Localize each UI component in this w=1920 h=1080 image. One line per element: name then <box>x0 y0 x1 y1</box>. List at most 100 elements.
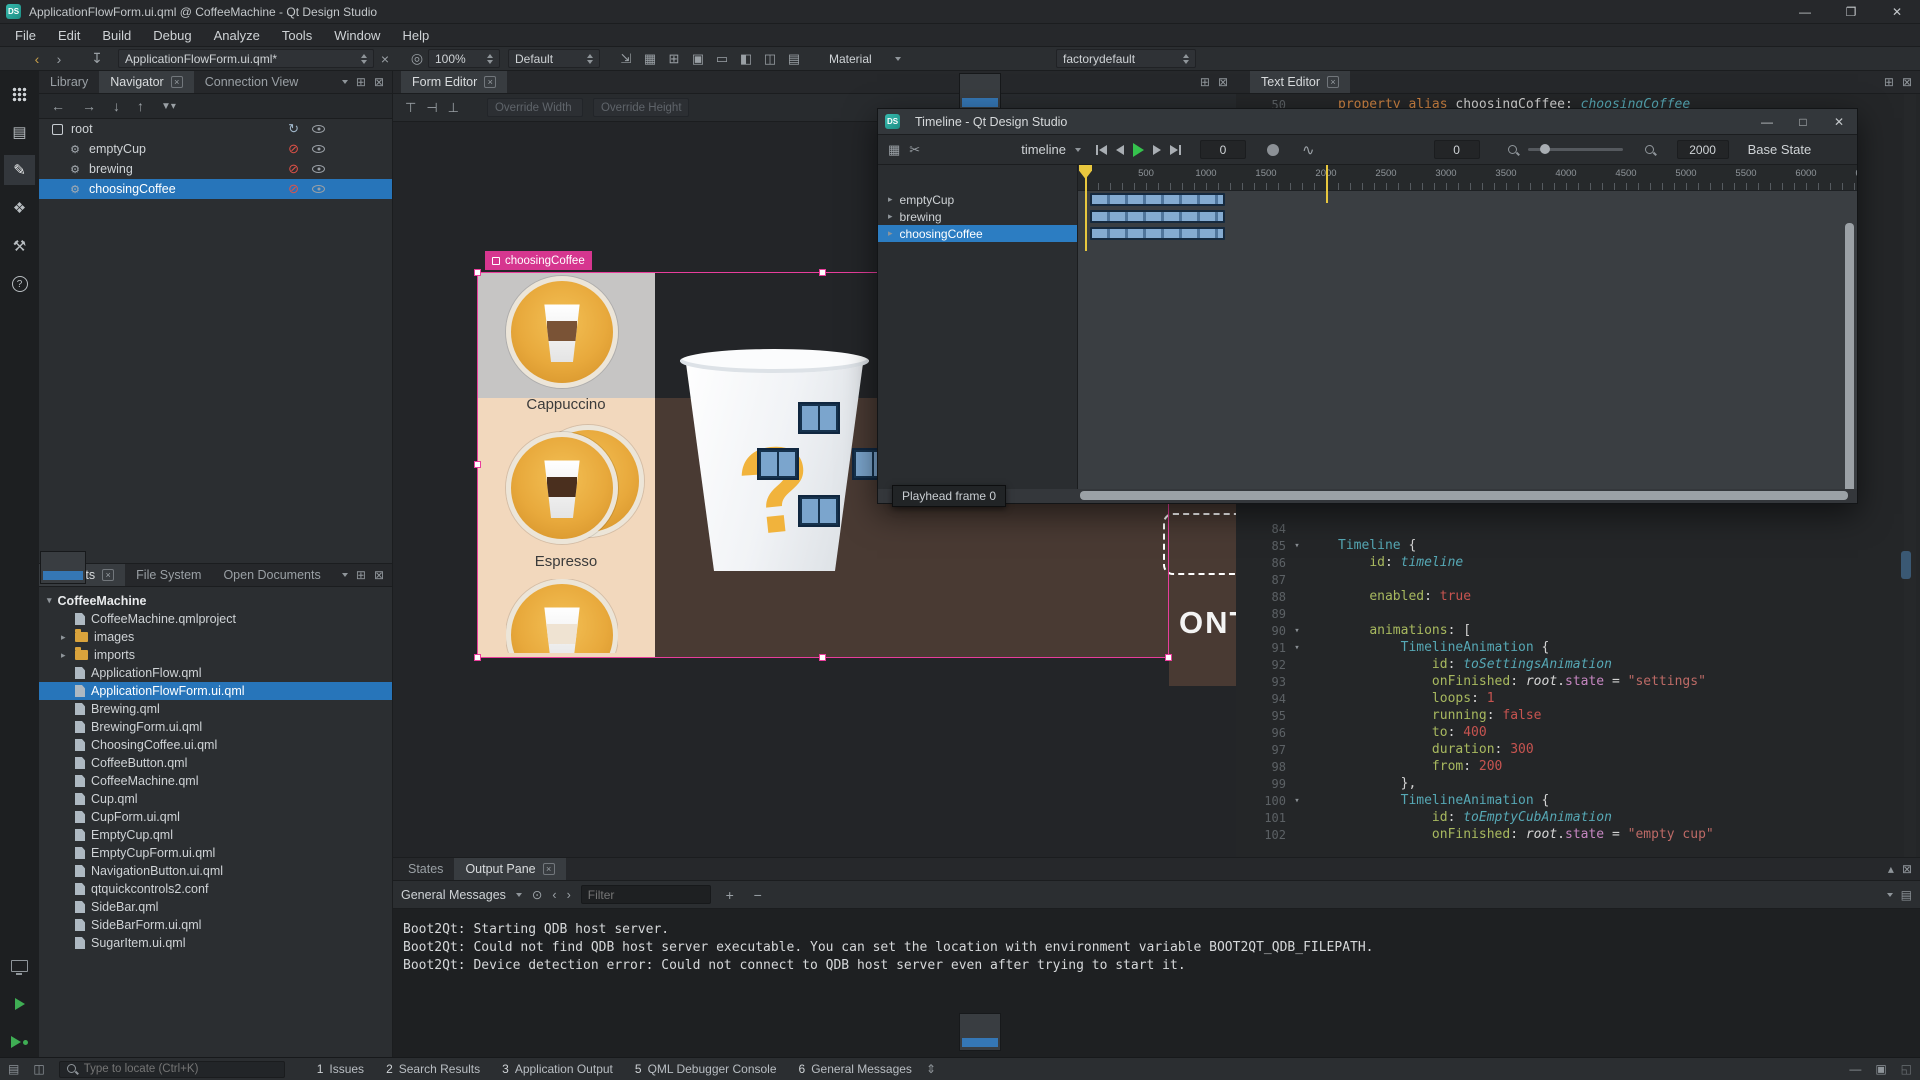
zoom-in-icon[interactable] <box>1644 144 1656 156</box>
close-icon[interactable]: × <box>484 76 496 88</box>
next-frame-button[interactable] <box>1153 145 1161 155</box>
override-height-field[interactable]: Override Height <box>593 98 689 117</box>
project-file-CoffeeButton.qml[interactable]: CoffeeButton.qml <box>39 754 392 772</box>
no-export-icon[interactable]: ⊘ <box>288 181 299 197</box>
debug-run-button[interactable] <box>4 1027 35 1057</box>
slider-knob[interactable] <box>1540 144 1550 154</box>
minimize-icon[interactable]: — <box>1782 0 1828 23</box>
pin-icon[interactable]: ⊙ <box>532 887 542 902</box>
pane-button-general-messages[interactable]: 6General Messages <box>799 1062 912 1076</box>
style-combo[interactable]: Default <box>508 49 600 68</box>
output-panes-menu-icon[interactable]: ⇕ <box>926 1062 936 1076</box>
move-down-icon[interactable]: ↓ <box>113 98 120 114</box>
close-document-icon[interactable]: × <box>374 49 396 69</box>
project-file-imports[interactable]: ▸imports <box>39 646 392 664</box>
zoom-out-text-icon[interactable]: − <box>749 887 767 903</box>
close-icon[interactable]: × <box>171 76 183 88</box>
tab-output-pane[interactable]: Output Pane× <box>454 858 565 880</box>
expand-arrow-icon[interactable]: ▸ <box>888 211 893 222</box>
filter-input[interactable] <box>581 885 711 904</box>
project-file-ApplicationFlow.qml[interactable]: ApplicationFlow.qml <box>39 664 392 682</box>
timeline-ruler[interactable]: 5001000150020002500300035004000450050005… <box>1078 165 1857 191</box>
components-icon[interactable]: ❖ <box>4 193 35 223</box>
timeline-track-brewing[interactable]: ▸brewing <box>878 208 1077 225</box>
project-file-Cup.qml[interactable]: Cup.qml <box>39 790 392 808</box>
split-panel-icon[interactable]: ⊞ <box>356 568 366 582</box>
open-document-combo[interactable]: ApplicationFlowForm.ui.qml* <box>118 49 374 68</box>
project-file-SugarItem.ui.qml[interactable]: SugarItem.ui.qml <box>39 934 392 952</box>
timeline-track-choosingCoffee[interactable]: ▸choosingCoffee <box>878 225 1077 242</box>
snap-grid-icon[interactable]: ▦ <box>638 51 662 67</box>
back-icon[interactable]: ‹ <box>26 49 48 69</box>
resize-handle[interactable] <box>819 654 826 661</box>
tab-form-editor[interactable]: Form Editor× <box>401 71 507 93</box>
pane-button-search-results[interactable]: 2Search Results <box>386 1062 480 1076</box>
project-file-SideBar.qml[interactable]: SideBar.qml <box>39 898 392 916</box>
locator-input[interactable] <box>84 1063 264 1075</box>
fold-arrow-icon[interactable]: ▾ <box>1286 626 1308 636</box>
scrollbar-thumb[interactable] <box>1080 491 1848 500</box>
chevron-down-icon[interactable] <box>1887 893 1893 897</box>
split-panel-icon[interactable]: ⊞ <box>356 75 366 89</box>
menu-tools[interactable]: Tools <box>271 24 323 46</box>
target-icon[interactable]: ◎ <box>406 49 428 69</box>
timeline-title-bar[interactable]: DS Timeline - Qt Design Studio — □ ✕ <box>878 109 1857 135</box>
edit-mode-icon[interactable]: ▤ <box>4 117 35 147</box>
split-panel-icon[interactable]: ⊞ <box>1200 75 1210 89</box>
curve-editor-icon[interactable]: ∿ <box>1302 141 1315 159</box>
chevron-down-icon[interactable] <box>342 80 348 84</box>
title-bar[interactable]: DS ApplicationFlowForm.ui.qml @ CoffeeMa… <box>0 0 1920 24</box>
scrollbar-thumb[interactable] <box>1901 551 1911 579</box>
anchor-left-icon[interactable]: ⊣ <box>426 100 437 116</box>
close-panel-icon[interactable]: ⊠ <box>1902 862 1912 876</box>
export-icon[interactable]: ↻ <box>288 121 299 137</box>
move-up-icon[interactable]: ↑ <box>137 98 144 114</box>
pane-list-icon[interactable]: ▤ <box>1901 888 1912 902</box>
anchor-bottom-icon[interactable]: ⊥ <box>448 100 459 116</box>
record-button[interactable] <box>1267 144 1279 156</box>
forward-icon[interactable]: › <box>48 49 70 69</box>
fold-arrow-icon[interactable]: ▾ <box>1286 796 1308 806</box>
expand-arrow-icon[interactable]: ▸ <box>61 650 75 661</box>
tab-text-editor[interactable]: Text Editor× <box>1250 71 1350 93</box>
design-mode-icon[interactable]: ✎ <box>4 155 35 185</box>
pane-button-issues[interactable]: 1Issues <box>317 1062 364 1076</box>
split-panel-icon[interactable]: ⊞ <box>1884 75 1894 89</box>
project-file-EmptyCupForm.ui.qml[interactable]: EmptyCupForm.ui.qml <box>39 844 392 862</box>
play-button[interactable] <box>1133 143 1144 157</box>
eye-icon[interactable] <box>311 182 326 197</box>
zoom-combo[interactable]: 100% <box>428 49 500 68</box>
project-file-CoffeeMachine.qml[interactable]: CoffeeMachine.qml <box>39 772 392 790</box>
close-icon[interactable]: ✕ <box>1821 109 1857 135</box>
tab-navigator[interactable]: Navigator× <box>99 71 194 93</box>
show-grid-icon[interactable]: ⊞ <box>662 51 686 67</box>
columns-icon[interactable]: ◫ <box>758 51 782 67</box>
project-file-CupForm.ui.qml[interactable]: CupForm.ui.qml <box>39 808 392 826</box>
to-end-button[interactable] <box>1170 145 1181 155</box>
zoom-in-text-icon[interactable]: + <box>721 887 739 903</box>
filter-icon[interactable]: ▼▾ <box>161 101 176 112</box>
close-icon[interactable]: × <box>1327 76 1339 88</box>
resize-handle[interactable] <box>1165 654 1172 661</box>
tab-states[interactable]: States <box>397 858 454 880</box>
sidebar-toggle-icon[interactable]: ◫ <box>33 1062 44 1076</box>
current-frame-field[interactable]: 0 <box>1200 140 1246 159</box>
navigator-item-emptyCup[interactable]: ⚙emptyCup⊘ <box>39 139 392 159</box>
menu-analyze[interactable]: Analyze <box>203 24 271 46</box>
previous-frame-button[interactable] <box>1116 145 1124 155</box>
anchor-top-icon[interactable]: ⊤ <box>405 100 416 116</box>
keyframe-row[interactable] <box>1078 191 1857 208</box>
rows-icon[interactable]: ▤ <box>782 51 806 67</box>
project-file-NavigationButton.ui.qml[interactable]: NavigationButton.ui.qml <box>39 862 392 880</box>
chevron-down-icon[interactable] <box>342 573 348 577</box>
line-style-icon[interactable]: ▭ <box>710 51 734 67</box>
export-icon[interactable]: ⇲ <box>614 51 638 67</box>
next-item-icon[interactable]: › <box>567 888 571 902</box>
close-icon[interactable]: × <box>102 569 114 581</box>
kit-monitor-icon[interactable] <box>4 951 35 981</box>
kit-combo[interactable]: factorydefault <box>1056 49 1196 68</box>
tab-library[interactable]: Library <box>39 71 99 93</box>
eye-icon[interactable] <box>311 122 326 137</box>
resize-handle[interactable] <box>474 461 481 468</box>
expand-arrow-icon[interactable]: ▸ <box>61 632 75 643</box>
